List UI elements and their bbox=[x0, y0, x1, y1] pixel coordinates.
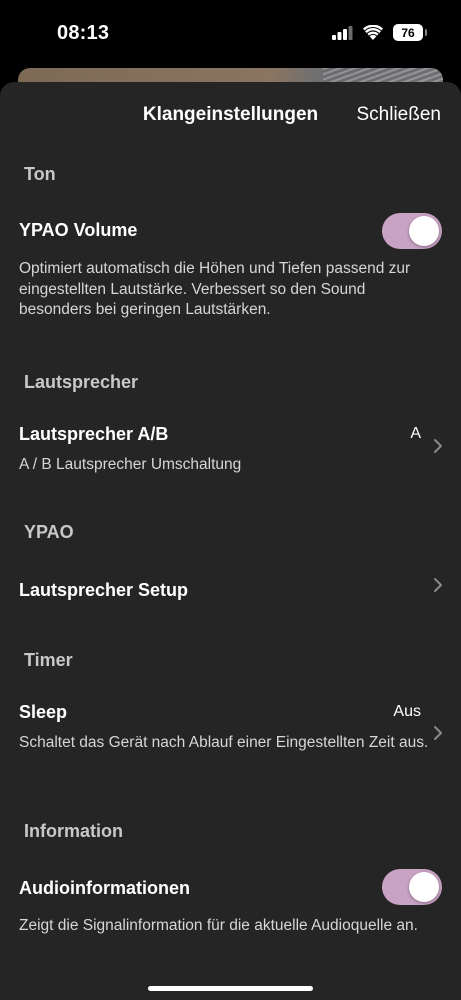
toggle-knob bbox=[409, 872, 439, 902]
sleep-title: Sleep bbox=[19, 702, 68, 722]
screen: 08:13 76 Klangeinstellungen Schließen To… bbox=[0, 0, 461, 1000]
status-bar: 08:13 76 bbox=[0, 0, 461, 62]
chevron-right-icon bbox=[434, 726, 442, 740]
status-time: 08:13 bbox=[57, 22, 110, 44]
chevron-right-icon bbox=[434, 578, 442, 592]
home-indicator[interactable] bbox=[148, 986, 313, 991]
speaker-ab-title: Lautsprecher A/B bbox=[19, 424, 169, 444]
speaker-ab-value: A bbox=[410, 425, 421, 442]
signal-icon bbox=[332, 25, 353, 40]
battery-icon: 76 bbox=[393, 24, 427, 41]
status-icons: 76 bbox=[332, 24, 427, 41]
audio-info-toggle[interactable] bbox=[382, 869, 442, 905]
sleep-value: Aus bbox=[393, 703, 421, 720]
ypao-volume-description: Optimiert automatisch die Höhen und Tief… bbox=[19, 260, 411, 318]
ypao-volume-toggle[interactable] bbox=[382, 213, 442, 249]
toggle-knob bbox=[409, 216, 439, 246]
section-header-ypao: YPAO bbox=[24, 522, 74, 542]
section-header-information: Information bbox=[24, 821, 123, 841]
section-header-ton: Ton bbox=[24, 164, 56, 184]
close-button[interactable]: Schließen bbox=[357, 104, 442, 126]
audio-info-description: Zeigt die Signalinformation für die aktu… bbox=[19, 917, 418, 934]
sleep-description: Schaltet das Gerät nach Ablauf einer Ein… bbox=[19, 734, 429, 751]
battery-level: 76 bbox=[401, 25, 415, 40]
speaker-ab-description: A / B Lautsprecher Umschaltung bbox=[19, 456, 242, 473]
sound-settings-sheet: Klangeinstellungen Schließen Ton YPAO Vo… bbox=[0, 82, 461, 1000]
section-header-timer: Timer bbox=[24, 650, 73, 670]
section-header-lautsprecher: Lautsprecher bbox=[24, 372, 139, 392]
chevron-right-icon bbox=[434, 439, 442, 453]
sheet-title-text: Klangeinstellungen bbox=[142, 104, 319, 125]
speaker-setup-title: Lautsprecher Setup bbox=[19, 580, 189, 600]
wifi-icon bbox=[363, 25, 383, 40]
ypao-volume-title: YPAO Volume bbox=[19, 220, 138, 240]
audio-info-title: Audioinformationen bbox=[19, 878, 190, 898]
